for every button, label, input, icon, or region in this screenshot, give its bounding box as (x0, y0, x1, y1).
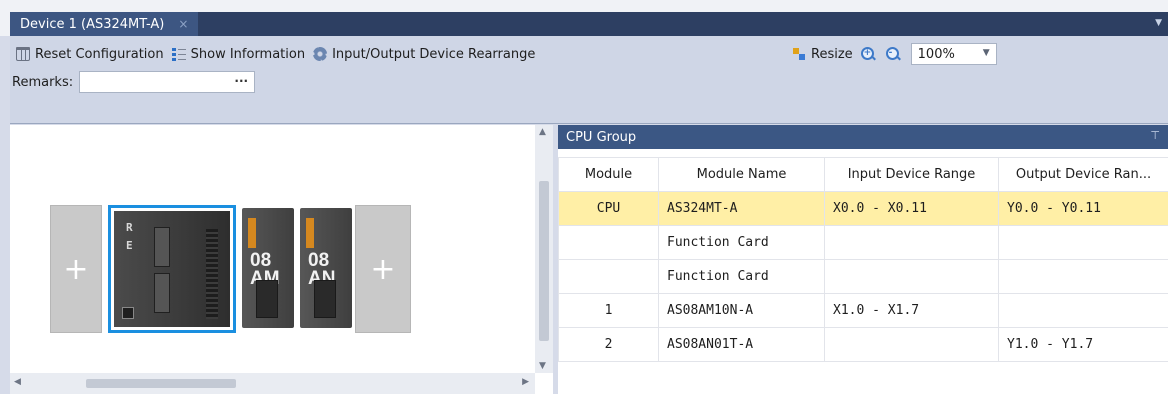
table-row[interactable]: Function Card (558, 225, 1168, 260)
tab-device-1[interactable]: Device 1 (AS324MT-A) × (10, 12, 199, 36)
toolbar: Reset Configuration Show Information Inp… (10, 36, 1168, 124)
list-icon (171, 47, 186, 61)
function-card-slot-2 (154, 273, 170, 313)
io-module-as08an01t-a[interactable]: 08 AN (300, 208, 352, 328)
scroll-thumb[interactable] (86, 379, 236, 388)
zoom-in-icon: + (860, 46, 876, 62)
cell-module-name: AS324MT-A (658, 191, 825, 226)
cell-module: CPU (558, 191, 659, 226)
column-header-output-range[interactable]: Output Device Ran... (998, 157, 1168, 192)
cpu-led-e: E (126, 239, 133, 252)
table-row[interactable]: Function Card (558, 259, 1168, 294)
scroll-up-icon[interactable]: ▲ (539, 127, 546, 137)
io-device-rearrange-label: Input/Output Device Rearrange (332, 46, 536, 62)
trash-icon (16, 47, 30, 61)
reset-configuration-label: Reset Configuration (35, 46, 164, 62)
cell-module-name: Function Card (658, 259, 825, 294)
zoom-out-button[interactable]: - (885, 46, 901, 62)
vertical-scrollbar[interactable]: ▲ ▼ (535, 125, 553, 373)
cell-input-range: X1.0 - X1.7 (824, 293, 999, 328)
zoom-in-button[interactable]: + (860, 46, 876, 62)
cell-module: 2 (558, 327, 659, 362)
toolbar-row-actions: Reset Configuration Show Information Inp… (16, 40, 543, 68)
table-row[interactable]: CPU AS324MT-A X0.0 - X0.11 Y0.0 - Y0.11 (558, 191, 1168, 226)
scroll-left-icon[interactable]: ◀ (14, 377, 21, 387)
resize-button[interactable]: Resize (792, 47, 853, 62)
cpu-led-r: R (126, 221, 133, 234)
function-card-slot-1 (154, 227, 170, 267)
cell-module: 1 (558, 293, 659, 328)
cell-input-range (824, 225, 999, 260)
cpu-terminal-strip (206, 229, 218, 319)
zoom-level-value: 100% (917, 46, 955, 62)
module-led-bar (248, 218, 256, 248)
add-module-left-slot[interactable]: + (50, 205, 102, 333)
cpu-module-as324mt-a[interactable]: R E (108, 205, 236, 333)
horizontal-scrollbar[interactable]: ◀ ▶ (10, 373, 535, 394)
scroll-right-icon[interactable]: ▶ (522, 377, 529, 387)
chevron-down-icon: ▼ (982, 48, 990, 58)
cpu-group-header: CPU Group ⊤ (558, 125, 1168, 149)
close-icon[interactable]: × (178, 17, 188, 31)
cell-output-range (998, 259, 1168, 294)
cell-module (558, 225, 659, 260)
cpu-group-table: Module Module Name Input Device Range Ou… (558, 157, 1168, 362)
table-row[interactable]: 1 AS08AM10N-A X1.0 - X1.7 (558, 293, 1168, 328)
io-module-as08am10n-a[interactable]: 08 AM (242, 208, 294, 328)
cpu-usb-port (122, 307, 134, 319)
pin-icon[interactable]: ⊤ (1150, 129, 1160, 142)
zoom-out-icon: - (885, 46, 901, 62)
column-header-module[interactable]: Module (558, 157, 659, 192)
reset-configuration-button[interactable]: Reset Configuration (16, 47, 164, 62)
scroll-down-icon[interactable]: ▼ (539, 361, 546, 371)
cell-module-name: AS08AN01T-A (658, 327, 825, 362)
resize-label: Resize (811, 46, 853, 62)
cell-output-range (998, 225, 1168, 260)
panel-title: CPU Group (566, 129, 637, 145)
module-connector (314, 280, 336, 318)
column-header-input-range[interactable]: Input Device Range (824, 157, 999, 192)
tab-title: Device 1 (AS324MT-A) (20, 16, 165, 32)
cell-output-range (998, 293, 1168, 328)
cpu-group-panel: CPU Group ⊤ Module Module Name Input Dev… (558, 125, 1168, 394)
cell-output-range: Y0.0 - Y0.11 (998, 191, 1168, 226)
scroll-thumb[interactable] (539, 181, 549, 341)
plus-icon: + (370, 251, 396, 287)
module-connector (256, 280, 278, 318)
cell-module-name: Function Card (658, 225, 825, 260)
table-row[interactable]: 2 AS08AN01T-A Y1.0 - Y1.7 (558, 327, 1168, 362)
table-header-row: Module Module Name Input Device Range Ou… (558, 157, 1168, 192)
show-information-label: Show Information (190, 46, 306, 62)
cell-output-range: Y1.0 - Y1.7 (998, 327, 1168, 362)
add-module-right-slot[interactable]: + (355, 205, 411, 333)
cell-module-name: AS08AM10N-A (658, 293, 825, 328)
remarks-field[interactable]: ··· (79, 71, 256, 93)
io-device-rearrange-button[interactable]: Input/Output Device Rearrange (313, 47, 535, 62)
cell-module (558, 259, 659, 294)
remarks-label: Remarks: (12, 74, 74, 90)
tab-menu-icon[interactable]: ▼ (1155, 18, 1162, 28)
cell-input-range: X0.0 - X0.11 (824, 191, 999, 226)
gear-icon (313, 47, 328, 61)
remarks-row: Remarks: ··· (12, 68, 256, 96)
hardware-configuration-view[interactable]: + R E 08 AM 08 AN + ▲ ▼ ◀ ▶ (10, 125, 553, 394)
column-header-module-name[interactable]: Module Name (658, 157, 825, 192)
toolbar-row-view: Resize + - 100% ▼ (792, 40, 997, 68)
cell-input-range (824, 327, 999, 362)
document-tab-strip: Device 1 (AS324MT-A) × ▼ (0, 0, 1168, 36)
resize-icon (792, 47, 806, 61)
cpu-body: R E (114, 211, 230, 327)
plus-icon: + (63, 251, 89, 287)
remarks-browse-button[interactable]: ··· (234, 74, 248, 88)
show-information-button[interactable]: Show Information (171, 46, 306, 62)
tab-bar: Device 1 (AS324MT-A) × ▼ (10, 12, 1168, 36)
cell-input-range (824, 259, 999, 294)
zoom-level-select[interactable]: 100% ▼ (910, 43, 997, 65)
module-led-bar (306, 218, 314, 248)
